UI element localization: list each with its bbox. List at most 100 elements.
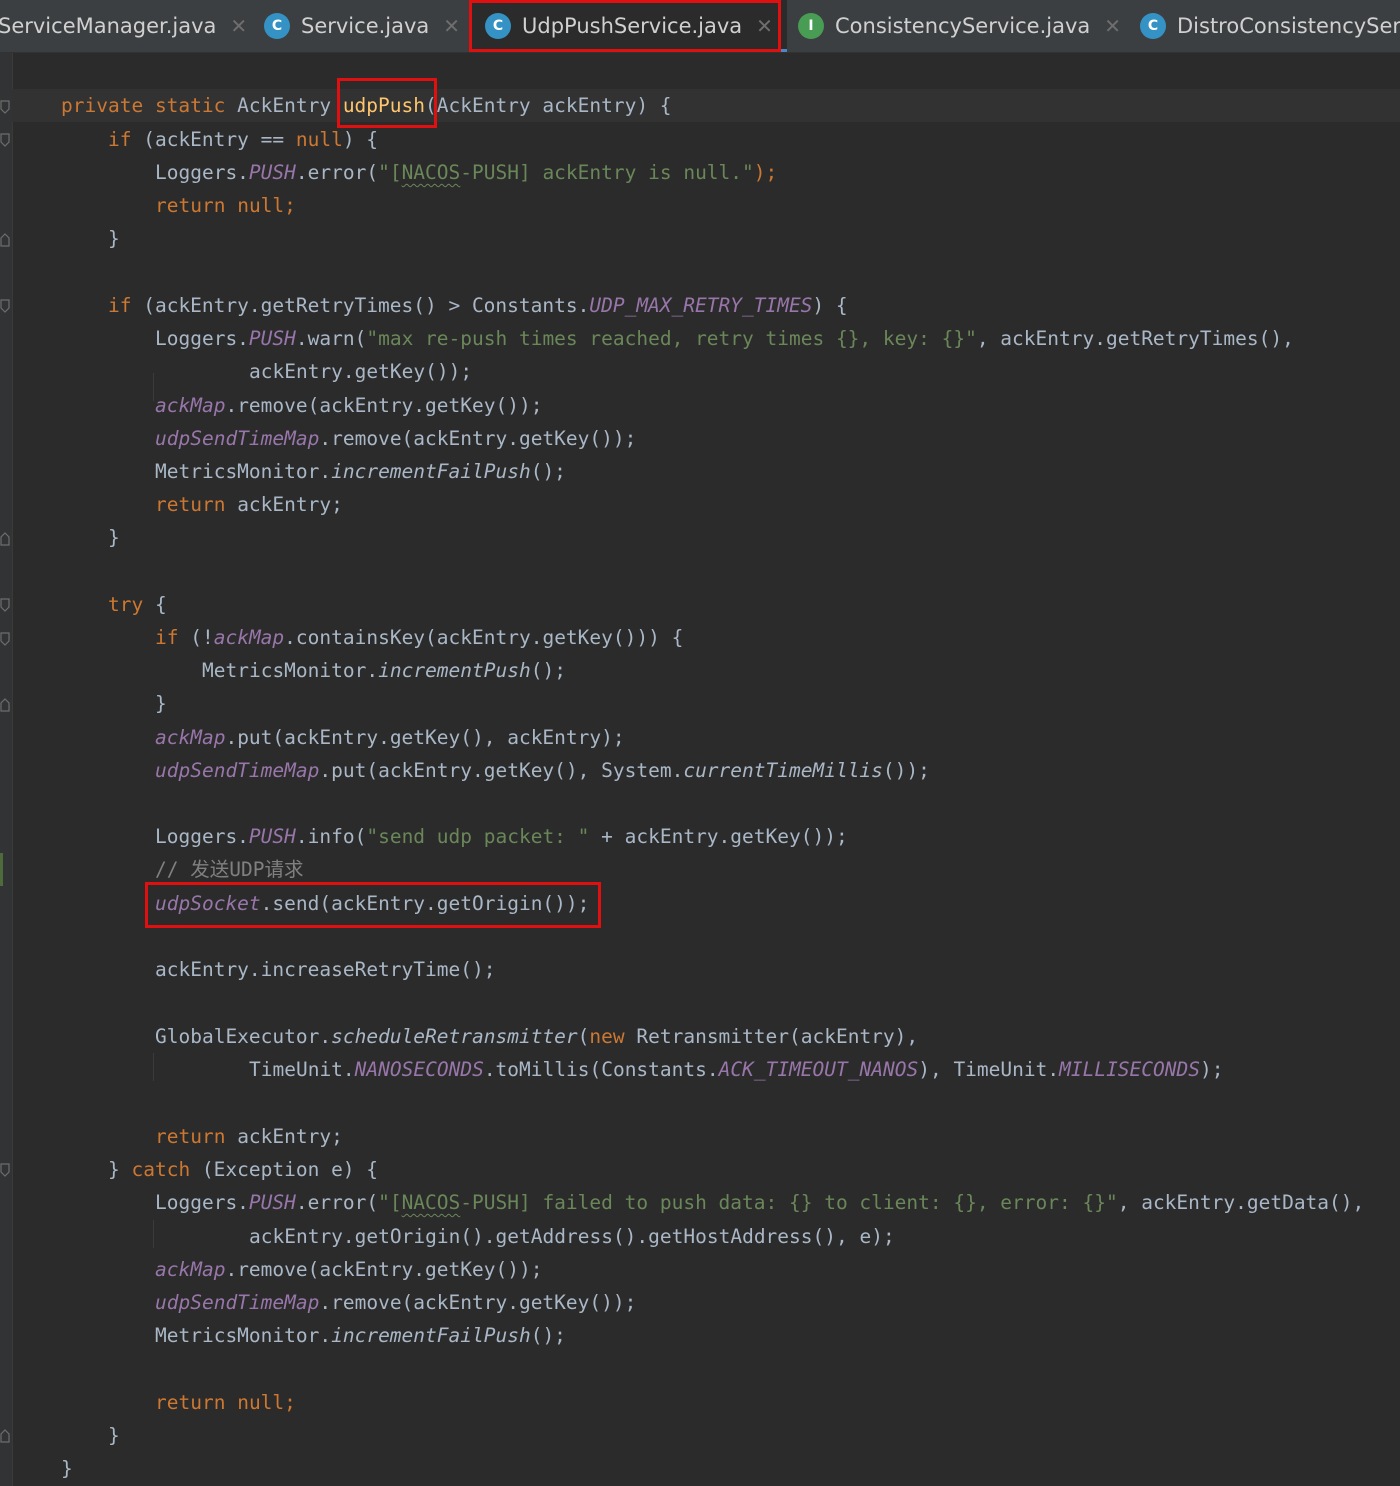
indent-guide xyxy=(153,373,154,401)
code-text: ); xyxy=(1200,1058,1224,1081)
active-tab-indicator xyxy=(470,49,787,52)
close-icon[interactable]: ✕ xyxy=(443,14,460,38)
code-text: { xyxy=(143,593,167,616)
keyword: return xyxy=(155,194,226,217)
fold-marker-icon[interactable] xyxy=(0,532,10,546)
indent-guide xyxy=(153,1053,154,1081)
code-line[interactable]: udpSocket.send(ackEntry.getOrigin()); xyxy=(155,887,589,920)
code-text: .containsKey(ackEntry.getKey())) { xyxy=(284,626,684,649)
code-line[interactable]: } xyxy=(108,1419,120,1452)
code-text: (); xyxy=(530,1324,566,1347)
code-line[interactable]: MetricsMonitor.incrementFailPush(); xyxy=(155,1319,566,1352)
static-field: MILLISECONDS xyxy=(1059,1058,1200,1081)
code-line[interactable]: GlobalExecutor.scheduleRetransmitter(new… xyxy=(155,1020,918,1053)
string-literal: "send udp packet: " xyxy=(366,825,590,848)
code-text: ackEntry; xyxy=(225,1125,343,1148)
editor-gutter xyxy=(0,53,13,1486)
code-text: ()); xyxy=(882,759,930,782)
keyword: new xyxy=(589,1025,625,1048)
code-text: MetricsMonitor. xyxy=(155,460,332,483)
fold-marker-icon[interactable] xyxy=(0,598,10,612)
code-line[interactable]: MetricsMonitor.incrementFailPush(); xyxy=(155,455,566,488)
code-editor[interactable]: private static AckEntry udpPush(AckEntry… xyxy=(0,53,1400,1486)
fold-marker-icon[interactable] xyxy=(0,299,10,313)
code-line[interactable]: if (ackEntry == null) { xyxy=(108,123,378,156)
close-icon[interactable]: ✕ xyxy=(230,14,247,38)
fold-marker-icon[interactable] xyxy=(0,698,10,712)
code-text: ), TimeUnit. xyxy=(918,1058,1060,1081)
tab-consistencyservice[interactable]: I ConsistencyService.java ✕ xyxy=(798,0,1121,52)
tab-distroconsistencyservice[interactable]: C DistroConsistencyServ xyxy=(1140,0,1400,52)
code-text: TimeUnit. xyxy=(249,1058,355,1081)
class-file-icon: C xyxy=(1140,13,1166,39)
field: ackMap xyxy=(213,626,285,649)
code-text: .remove(ackEntry.getKey()); xyxy=(319,1291,637,1314)
static-method: incrementFailPush xyxy=(331,460,531,483)
keyword: return xyxy=(155,493,226,516)
code-text: .warn( xyxy=(295,327,367,350)
code-line[interactable]: ackEntry.increaseRetryTime(); xyxy=(155,953,495,986)
code-line[interactable]: Loggers.PUSH.warn("max re-push times rea… xyxy=(155,322,1294,355)
code-text: } xyxy=(108,1158,132,1181)
fold-marker-icon[interactable] xyxy=(0,100,10,114)
fold-marker-icon[interactable] xyxy=(0,1429,10,1443)
static-field: PUSH xyxy=(248,1191,296,1214)
tab-servicemanager[interactable]: ServiceManager.java ✕ xyxy=(0,0,247,52)
code-line[interactable]: } xyxy=(61,1452,73,1485)
code-line[interactable]: Loggers.PUSH.error("[NACOS-PUSH] ackEntr… xyxy=(155,156,777,189)
keyword: null; xyxy=(237,1391,296,1414)
tab-label: ConsistencyService.java xyxy=(835,14,1091,38)
code-line[interactable]: ackMap.put(ackEntry.getKey(), ackEntry); xyxy=(155,721,625,754)
keyword: if xyxy=(155,626,179,649)
code-text: GlobalExecutor. xyxy=(155,1025,332,1048)
keyword: static xyxy=(154,94,226,117)
code-line[interactable]: return ackEntry; xyxy=(155,1120,343,1153)
code-line[interactable]: udpSendTimeMap.remove(ackEntry.getKey())… xyxy=(155,1286,636,1319)
code-line[interactable]: ackMap.remove(ackEntry.getKey()); xyxy=(155,1253,542,1286)
fold-marker-icon[interactable] xyxy=(0,632,10,646)
tab-service[interactable]: C Service.java ✕ xyxy=(264,0,460,52)
code-line[interactable]: TimeUnit.NANOSECONDS.toMillis(Constants.… xyxy=(249,1053,1223,1086)
close-icon[interactable]: ✕ xyxy=(756,14,773,38)
code-line[interactable]: } xyxy=(108,222,120,255)
code-text: .put(ackEntry.getKey(), System. xyxy=(319,759,684,782)
code-line[interactable]: udpSendTimeMap.remove(ackEntry.getKey())… xyxy=(155,422,636,455)
code-text: MetricsMonitor. xyxy=(155,1324,332,1347)
code-line[interactable]: } catch (Exception e) { xyxy=(108,1153,378,1186)
tab-udppushservice[interactable]: C UdpPushService.java ✕ xyxy=(470,0,787,52)
code-line[interactable]: try { xyxy=(108,588,167,621)
code-line[interactable]: Loggers.PUSH.error("[NACOS-PUSH] failed … xyxy=(155,1186,1364,1219)
code-line[interactable]: return ackEntry; xyxy=(155,488,343,521)
keyword: if xyxy=(108,294,132,317)
code-line[interactable]: } xyxy=(108,521,120,554)
field: udpSocket xyxy=(155,892,261,915)
code-comment[interactable]: // 发送UDP请求 xyxy=(155,853,303,886)
string-literal-typo: NACOS xyxy=(401,1191,461,1214)
code-text: .remove(ackEntry.getKey()); xyxy=(319,427,637,450)
code-text: (! xyxy=(178,626,214,649)
code-line[interactable]: if (ackEntry.getRetryTimes() > Constants… xyxy=(108,289,848,322)
code-line[interactable]: ackEntry.getKey()); xyxy=(249,355,472,388)
field: udpSendTimeMap xyxy=(155,1291,320,1314)
method-params: (AckEntry ackEntry) { xyxy=(425,94,672,117)
code-line[interactable]: if (!ackMap.containsKey(ackEntry.getKey(… xyxy=(155,621,683,654)
fold-marker-icon[interactable] xyxy=(0,133,10,147)
fold-marker-icon[interactable] xyxy=(0,1163,10,1177)
code-text: , ackEntry.getRetryTimes(), xyxy=(976,327,1294,350)
close-icon[interactable]: ✕ xyxy=(1104,14,1121,38)
string-literal-typo: NACOS xyxy=(401,161,461,184)
code-line[interactable]: Loggers.PUSH.info("send udp packet: " + … xyxy=(155,820,848,853)
code-line[interactable]: MetricsMonitor.incrementPush(); xyxy=(202,654,566,687)
string-literal: "max re-push times reached, retry times … xyxy=(366,327,977,350)
code-line[interactable]: ackEntry.getOrigin().getAddress().getHos… xyxy=(249,1220,895,1253)
code-line[interactable]: } xyxy=(155,687,167,720)
string-literal: -PUSH] failed to push data: {} to client… xyxy=(460,1191,1118,1214)
code-line[interactable]: return null; xyxy=(155,189,296,222)
fold-marker-icon[interactable] xyxy=(0,233,10,247)
code-line[interactable]: return null; xyxy=(155,1386,296,1419)
code-line[interactable]: ackMap.remove(ackEntry.getKey()); xyxy=(155,389,542,422)
keyword: null; xyxy=(237,194,296,217)
code-line[interactable]: private static AckEntry udpPush(AckEntry… xyxy=(12,89,1400,122)
code-text: .toMillis(Constants. xyxy=(483,1058,719,1081)
code-line[interactable]: udpSendTimeMap.put(ackEntry.getKey(), Sy… xyxy=(155,754,930,787)
